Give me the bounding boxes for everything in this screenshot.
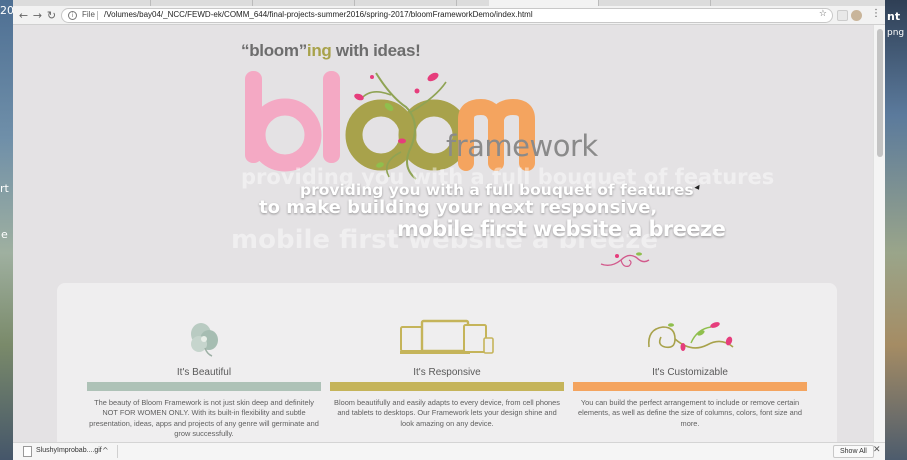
bookmark-star-icon[interactable]: ☆ bbox=[819, 9, 827, 19]
show-all-button[interactable]: Show All bbox=[833, 445, 874, 458]
feature-color-bar bbox=[330, 382, 564, 391]
extension-icon[interactable] bbox=[837, 10, 848, 21]
forward-arrow-icon[interactable]: → bbox=[31, 9, 44, 22]
downloads-shelf: SlushyImprobab....gif ^ Show All ✕ bbox=[13, 442, 885, 460]
browser-window: ← → ↻ i File /Volumes/bay04/_NCC/FEWD-ek… bbox=[13, 0, 885, 460]
flower-icon bbox=[191, 323, 218, 357]
chevron-up-icon[interactable]: ^ bbox=[102, 446, 109, 455]
page-viewport: “bloom”ing with ideas! framework providi… bbox=[13, 25, 873, 442]
desktop-label: 20 bbox=[0, 4, 14, 17]
desktop-background-left: 20 rt e bbox=[0, 0, 14, 460]
tagline-rest: with ideas! bbox=[331, 41, 421, 60]
divider bbox=[97, 11, 98, 20]
vertical-scrollbar[interactable] bbox=[873, 25, 885, 442]
url-text[interactable]: /Volumes/bay04/_NCC/FEWD-ek/COMM_644/fin… bbox=[104, 10, 533, 19]
desktop-label: rt bbox=[0, 182, 9, 195]
info-icon[interactable]: i bbox=[68, 11, 77, 20]
hero-line-3: mobile first website a breeze bbox=[397, 217, 726, 241]
mouse-cursor bbox=[694, 184, 702, 192]
feature-title: It's Customizable bbox=[652, 367, 728, 378]
desktop-background-right: nt png bbox=[885, 0, 907, 460]
address-bar[interactable]: i File /Volumes/bay04/_NCC/FEWD-ek/COMM_… bbox=[61, 8, 833, 23]
feature-title: It's Beautiful bbox=[176, 367, 232, 378]
file-icon bbox=[23, 446, 32, 457]
desktop-label: e bbox=[1, 228, 8, 241]
tagline-bloom: “bloom” bbox=[241, 41, 307, 60]
reload-icon[interactable]: ↻ bbox=[45, 9, 58, 22]
scrollbar-thumb[interactable] bbox=[877, 29, 883, 157]
feature-description: You can build the perfect arrangement to… bbox=[578, 398, 802, 428]
devices-icon bbox=[400, 319, 494, 354]
url-scheme-label: File bbox=[82, 10, 95, 19]
feature-description: The beauty of Bloom Framework is not jus… bbox=[89, 398, 319, 438]
vine-icon bbox=[647, 322, 734, 351]
framework-wordmark: framework bbox=[446, 129, 598, 163]
feature-color-bar bbox=[87, 382, 321, 391]
download-file-name[interactable]: SlushyImprobab....gif bbox=[36, 447, 102, 454]
desktop-label: png bbox=[887, 28, 905, 38]
avatar[interactable] bbox=[851, 10, 862, 21]
flourish-icon bbox=[600, 252, 650, 267]
browser-toolbar: ← → ↻ i File /Volumes/bay04/_NCC/FEWD-ek… bbox=[13, 6, 885, 25]
back-arrow-icon[interactable]: ← bbox=[17, 9, 30, 22]
tagline-ing: ing bbox=[306, 41, 332, 60]
features-card: It's Beautiful The beauty of Bloom Frame… bbox=[57, 283, 837, 442]
desktop-label: nt bbox=[887, 10, 901, 23]
hero-line-2: to make building your next responsive, bbox=[259, 197, 658, 218]
close-icon[interactable]: ✕ bbox=[873, 445, 881, 455]
feature-color-bar bbox=[573, 382, 807, 391]
divider bbox=[117, 445, 118, 458]
tagline: “bloom”ing with ideas! bbox=[241, 41, 421, 61]
feature-title: It's Responsive bbox=[413, 367, 481, 378]
feature-description: Bloom beautifully and easily adapts to e… bbox=[334, 398, 560, 428]
menu-icon[interactable]: ⋮ bbox=[871, 8, 881, 19]
